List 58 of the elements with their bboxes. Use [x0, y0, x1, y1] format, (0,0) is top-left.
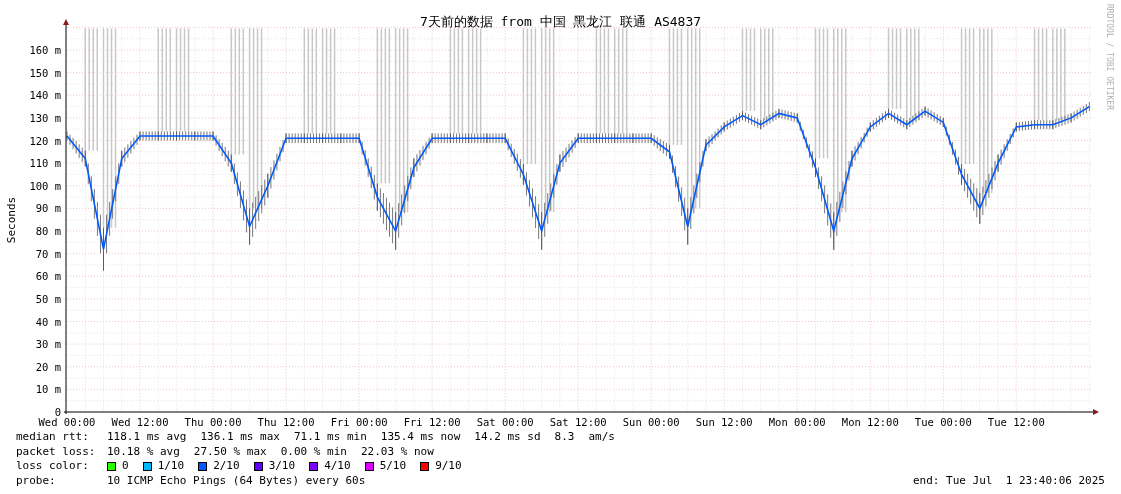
x-tick-label: Tue 00:00 [914, 416, 972, 428]
x-tick-label: Fri 00:00 [330, 416, 388, 428]
chart-title: 7天前的数据 from 中国 黑龙江 联通 AS4837 [419, 13, 702, 31]
x-tick-label: Wed 00:00 [38, 416, 96, 428]
legend-value: 4/10 [324, 459, 351, 474]
y-tick-label: 20 m [35, 360, 61, 373]
y-tick-label: 120 m [29, 134, 61, 147]
x-tick-label: Sun 00:00 [622, 416, 680, 428]
legend-value: 10 ICMP Echo Pings (64 Bytes) every 60s [107, 473, 366, 488]
legend-label: packet loss: [16, 444, 97, 459]
legend-value: 1/10 [157, 459, 185, 474]
legend-value: 10.18 % avg [107, 444, 180, 459]
legend-value: 27.50 % max [193, 444, 267, 459]
legend-label: median rtt: [16, 430, 90, 445]
legend-value: am/s [588, 430, 615, 445]
legend-value: 0.00 % min [280, 444, 347, 459]
legend-value: 135.4 ms now [380, 430, 461, 445]
y-tick-label: 60 m [35, 270, 61, 283]
legend-value: 5/10 [379, 459, 407, 474]
credit-text: RRDTOOL / TOBI OETIKER [1104, 4, 1115, 110]
legend-label: loss color: [16, 459, 90, 474]
y-tick-label: 10 m [35, 383, 61, 396]
legend-value: 0 [122, 459, 129, 474]
x-tick-label: Sun 12:00 [695, 416, 753, 428]
end-time: end: Tue Jul 1 23:40:06 2025 [912, 473, 1105, 488]
y-tick-label: 100 m [29, 179, 61, 192]
y-tick-label: 110 m [29, 157, 61, 170]
y-tick-label: 150 m [29, 66, 61, 79]
x-tick-label: Mon 00:00 [768, 416, 826, 428]
legend-value: 22.03 % now [360, 444, 434, 459]
y-tick-label: 140 m [29, 89, 61, 102]
legend-label: probe: [16, 473, 57, 488]
y-axis-label: Seconds [5, 196, 18, 244]
y-tick-label: 30 m [35, 338, 61, 351]
x-tick-label: Wed 12:00 [111, 416, 169, 428]
x-tick-label: Thu 00:00 [184, 416, 242, 428]
y-tick-label: 0 [54, 406, 61, 418]
legend-value: 8.3 [554, 430, 575, 445]
legend-value: 3/10 [268, 459, 296, 474]
y-tick-label: 160 m [29, 44, 61, 56]
x-tick-label: Tue 12:00 [987, 416, 1045, 428]
y-tick-label: 130 m [29, 111, 61, 124]
y-tick-label: 50 m [35, 292, 61, 305]
y-tick-label: 70 m [35, 247, 61, 260]
legend-value: 71.1 ms min [293, 430, 367, 445]
x-tick-label: Mon 12:00 [841, 416, 899, 428]
y-tick-label: 90 m [35, 202, 61, 215]
x-tick-label: Thu 12:00 [257, 416, 315, 428]
x-tick-label: Fri 12:00 [403, 416, 461, 428]
legend-value: 14.2 ms sd [474, 430, 541, 445]
x-tick-label: Sat 00:00 [476, 416, 534, 428]
legend-value: 136.1 ms max [200, 430, 280, 445]
x-tick-label: Sat 12:00 [549, 416, 607, 428]
legend-value: 118.1 ms avg [107, 430, 187, 445]
legend-value: 2/10 [213, 459, 240, 474]
y-tick-label: 40 m [35, 315, 61, 328]
legend-value: 9/10 [435, 459, 462, 474]
y-tick-label: 80 m [35, 225, 61, 237]
